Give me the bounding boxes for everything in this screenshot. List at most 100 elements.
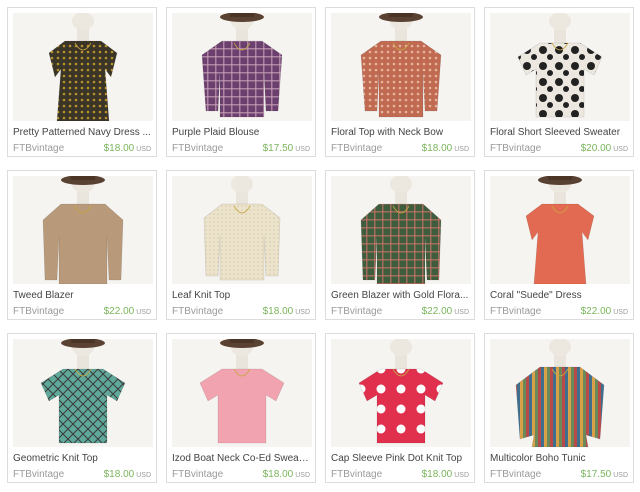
listing-card[interactable]: Floral Short Sleeved Sweater FTBvintage $… — [484, 7, 634, 157]
listing-card[interactable]: Izod Boat Neck Co-Ed Sweater FTBvintage $… — [166, 333, 316, 483]
hat-crown — [230, 339, 254, 343]
currency-code: USD — [454, 472, 469, 479]
listing-title[interactable]: Leaf Knit Top — [172, 290, 310, 302]
product-image — [13, 176, 153, 284]
listing-price: $22.00 — [580, 306, 612, 317]
listing-photo[interactable] — [172, 13, 312, 121]
product-image — [172, 13, 312, 121]
currency-code: USD — [295, 472, 310, 479]
listing-photo[interactable] — [490, 339, 630, 447]
listing-card[interactable]: Multicolor Boho Tunic FTBvintage $17.50 US… — [484, 333, 634, 483]
listing-price-group: $18.00 USD — [104, 141, 151, 156]
product-image — [331, 176, 471, 284]
garment — [515, 366, 605, 447]
shop-name[interactable]: FTBvintage — [331, 469, 382, 481]
listing-price: $22.00 — [421, 306, 453, 317]
listing-title[interactable]: Purple Plaid Blouse — [172, 127, 310, 139]
listing-price: $17.50 — [262, 143, 294, 154]
shop-name[interactable]: FTBvintage — [172, 469, 223, 481]
listing-photo[interactable] — [13, 176, 153, 284]
listing-card[interactable]: Geometric Knit Top FTBvintage $18.00 USD — [7, 333, 157, 483]
shop-name[interactable]: FTBvintage — [331, 306, 382, 318]
listing-card[interactable]: Purple Plaid Blouse FTBvintage $17.50 USD — [166, 7, 316, 157]
garment — [360, 40, 442, 118]
shop-name[interactable]: FTBvintage — [13, 469, 64, 481]
shop-name[interactable]: FTBvintage — [490, 306, 541, 318]
listing-price-group: $18.00 USD — [422, 467, 469, 482]
listing-card[interactable]: Cap Sleeve Pink Dot Knit Top FTBvintage $… — [325, 333, 475, 483]
listing-price: $20.00 — [580, 143, 612, 154]
listing-price-group: $18.00 USD — [104, 467, 151, 482]
currency-code: USD — [613, 309, 628, 316]
listing-photo[interactable] — [331, 176, 471, 284]
currency-code: USD — [295, 146, 310, 153]
listing-title[interactable]: Coral "Suede" Dress — [490, 290, 628, 302]
listing-photo[interactable] — [172, 339, 312, 447]
hat-crown — [230, 13, 254, 17]
listing-title[interactable]: Floral Top with Neck Bow — [331, 127, 469, 139]
garment — [201, 40, 283, 118]
shop-name[interactable]: FTBvintage — [490, 143, 541, 155]
listing-price: $18.00 — [262, 469, 294, 480]
listing-price-group: $17.50 USD — [581, 467, 628, 482]
listing-price-group: $18.00 USD — [263, 304, 310, 319]
listing-price-group: $20.00 USD — [581, 141, 628, 156]
currency-code: USD — [136, 309, 151, 316]
listing-photo[interactable] — [172, 176, 312, 284]
listing-photo[interactable] — [13, 339, 153, 447]
listing-price-group: $22.00 USD — [422, 304, 469, 319]
product-image — [13, 339, 153, 447]
product-image — [490, 176, 630, 284]
listing-title[interactable]: Pretty Patterned Navy Dress ... — [13, 127, 151, 139]
currency-code: USD — [613, 472, 628, 479]
currency-code: USD — [454, 309, 469, 316]
shop-name[interactable]: FTBvintage — [331, 143, 382, 155]
product-image — [331, 339, 471, 447]
listing-price: $17.50 — [580, 469, 612, 480]
currency-code: USD — [454, 146, 469, 153]
shop-name[interactable]: FTBvintage — [172, 143, 223, 155]
listing-price-group: $17.50 USD — [263, 141, 310, 156]
listing-price: $22.00 — [103, 306, 135, 317]
listing-photo[interactable] — [331, 339, 471, 447]
hat-crown — [389, 13, 413, 17]
listing-photo[interactable] — [490, 176, 630, 284]
listing-title[interactable]: Multicolor Boho Tunic — [490, 453, 628, 465]
listing-title[interactable]: Tweed Blazer — [13, 290, 151, 302]
listing-photo[interactable] — [490, 13, 630, 121]
listing-title[interactable]: Geometric Knit Top — [13, 453, 151, 465]
listing-card[interactable]: Green Blazer with Gold Flora... FTBvinta… — [325, 170, 475, 320]
shop-name[interactable]: FTBvintage — [13, 143, 64, 155]
listing-card[interactable]: Pretty Patterned Navy Dress ... FTBvinta… — [7, 7, 157, 157]
listing-photo[interactable] — [331, 13, 471, 121]
hat-crown — [71, 176, 95, 180]
listing-price-group: $18.00 USD — [422, 141, 469, 156]
listing-card[interactable]: Floral Top with Neck Bow FTBvintage $18.0… — [325, 7, 475, 157]
product-image — [172, 176, 312, 284]
listing-price: $18.00 — [262, 306, 294, 317]
shop-name[interactable]: FTBvintage — [490, 469, 541, 481]
listing-title[interactable]: Green Blazer with Gold Flora... — [331, 290, 469, 302]
hat-crown — [548, 176, 572, 180]
currency-code: USD — [136, 472, 151, 479]
listing-card[interactable]: Leaf Knit Top FTBvintage $18.00 USD — [166, 170, 316, 320]
shop-name[interactable]: FTBvintage — [172, 306, 223, 318]
product-image — [172, 339, 312, 447]
listing-card[interactable]: Tweed Blazer FTBvintage $22.00 USD — [7, 170, 157, 320]
listing-title[interactable]: Cap Sleeve Pink Dot Knit Top — [331, 453, 469, 465]
garment — [42, 203, 124, 284]
shop-name[interactable]: FTBvintage — [13, 306, 64, 318]
product-image — [13, 13, 153, 121]
listing-grid: Pretty Patterned Navy Dress ... FTBvinta… — [7, 7, 634, 483]
currency-code: USD — [136, 146, 151, 153]
listing-photo[interactable] — [13, 13, 153, 121]
listing-card[interactable]: Coral "Suede" Dress FTBvintage $22.00 USD — [484, 170, 634, 320]
garment — [203, 203, 281, 281]
listing-title[interactable]: Izod Boat Neck Co-Ed Sweater — [172, 453, 310, 465]
listing-price-group: $18.00 USD — [263, 467, 310, 482]
product-image — [490, 13, 630, 121]
listing-price: $18.00 — [421, 469, 453, 480]
currency-code: USD — [613, 146, 628, 153]
listing-price-group: $22.00 USD — [581, 304, 628, 319]
listing-title[interactable]: Floral Short Sleeved Sweater — [490, 127, 628, 139]
